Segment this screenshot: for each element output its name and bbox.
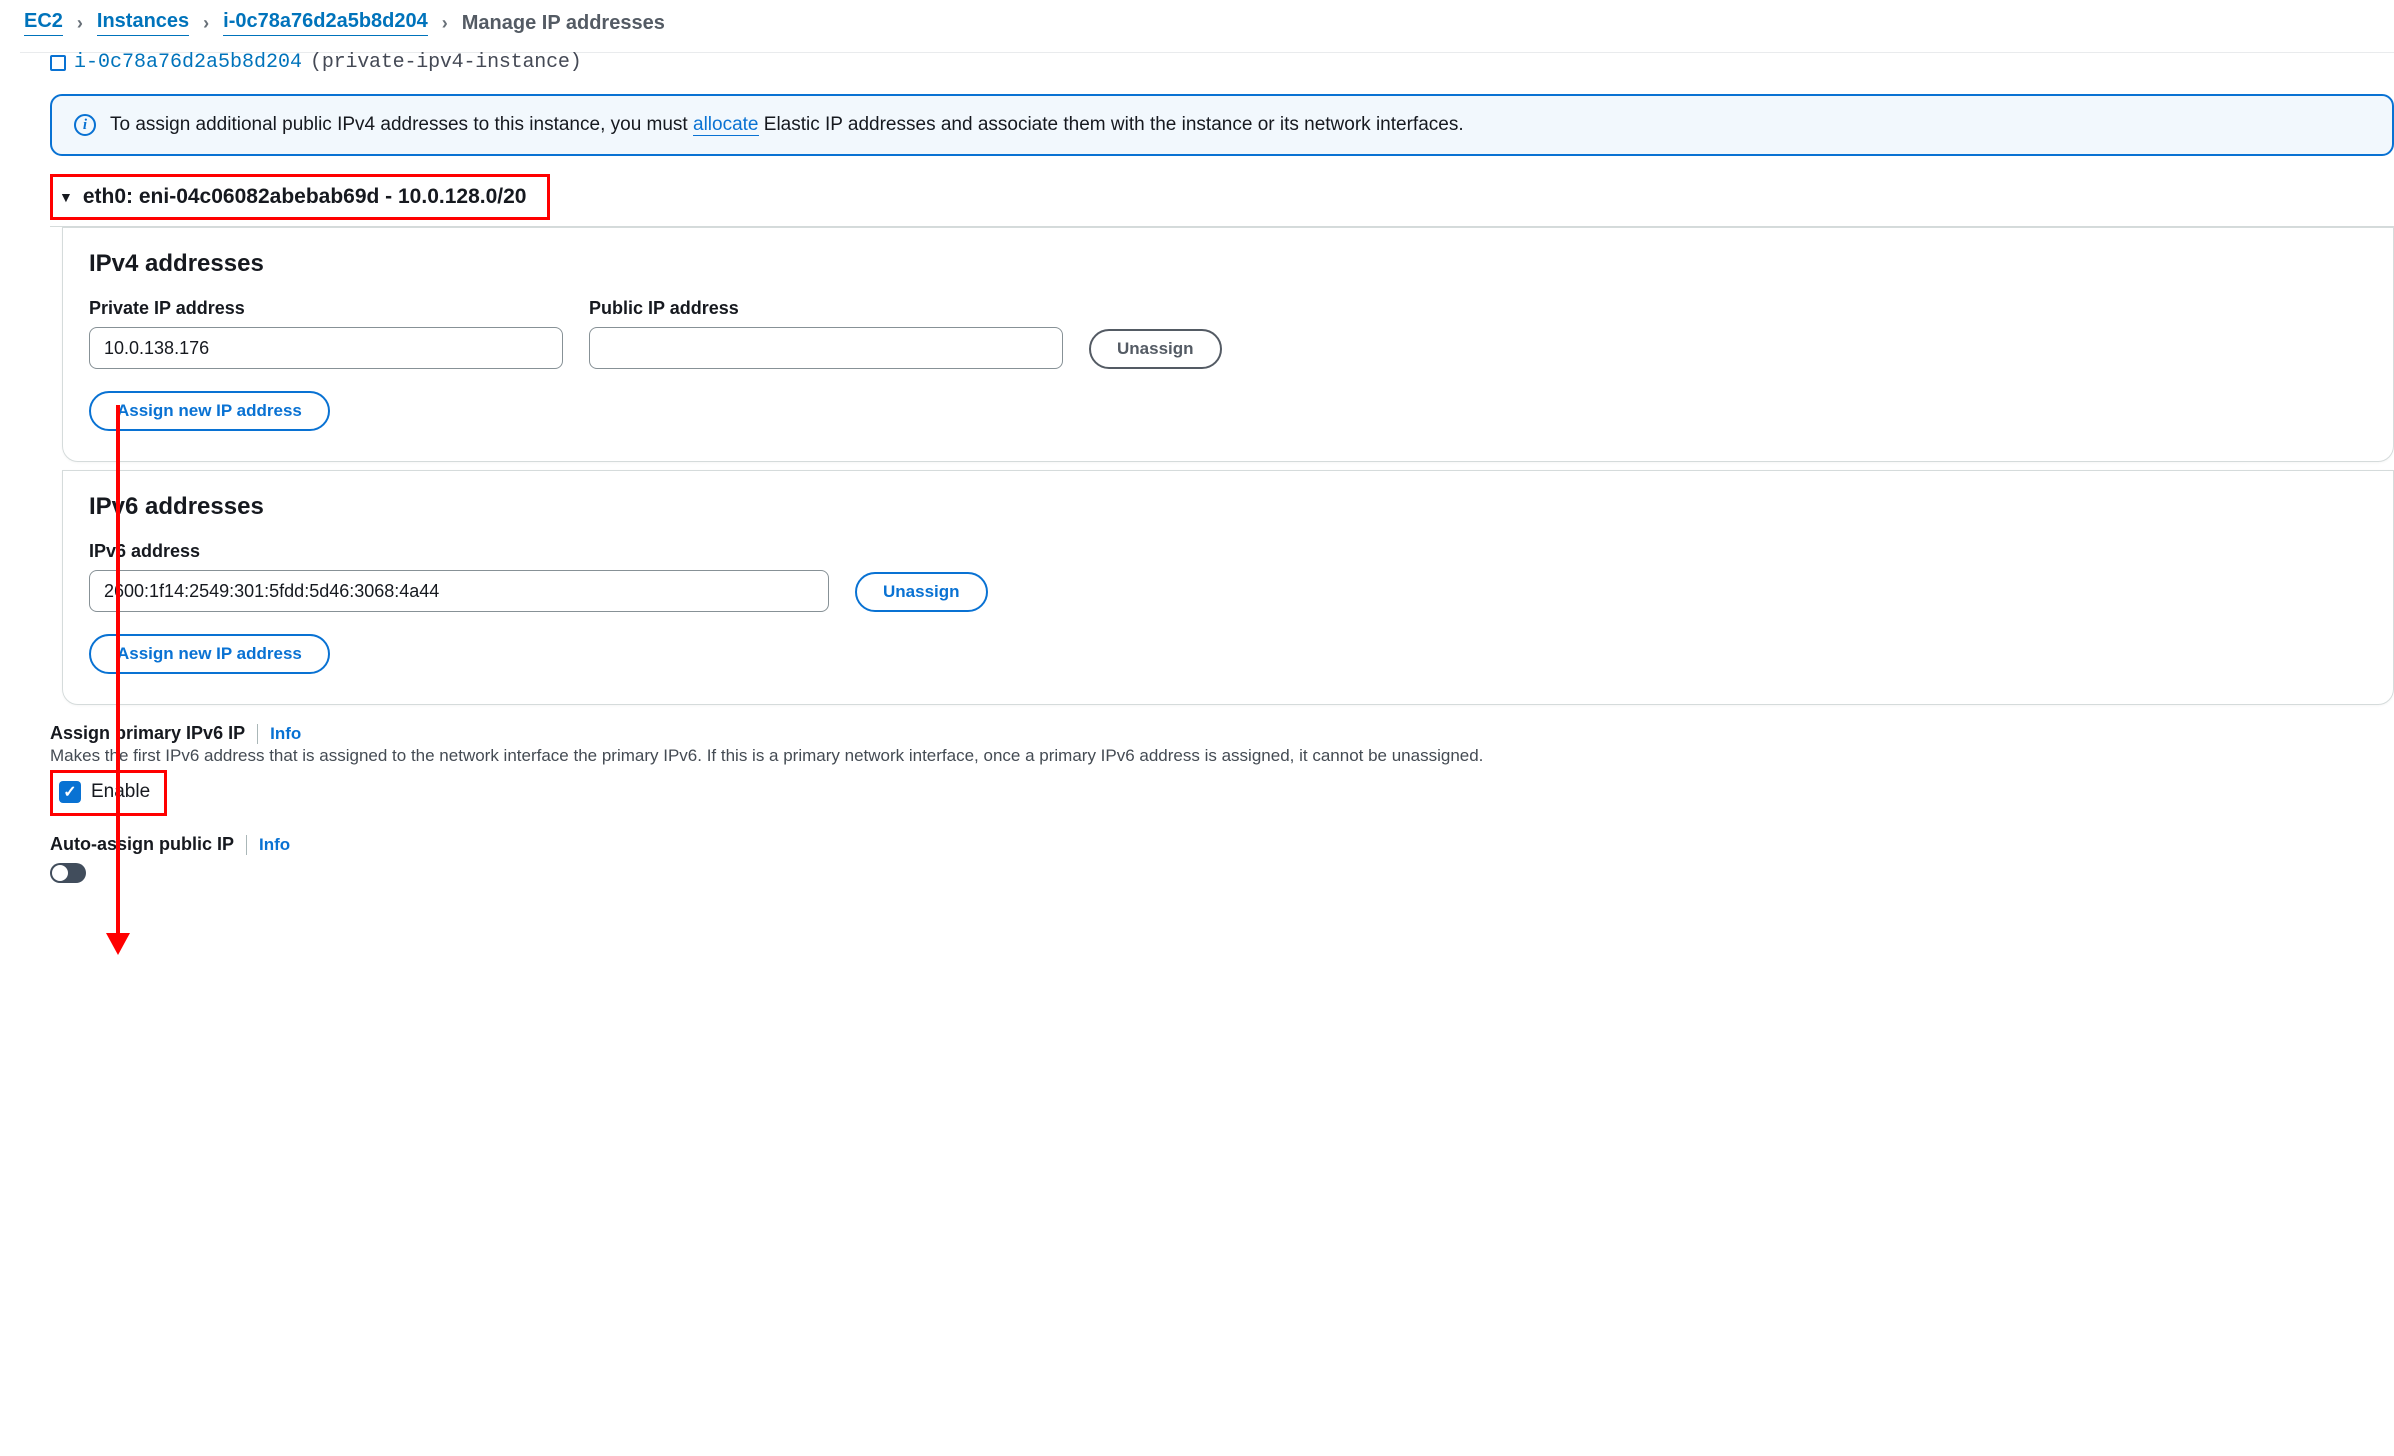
assign-primary-ipv6-title: Assign primary IPv6 IP	[50, 723, 245, 744]
instance-id-link[interactable]: i-0c78a76d2a5b8d204	[74, 51, 302, 74]
checkbox-outline-icon[interactable]	[50, 55, 66, 71]
allocate-link[interactable]: allocate	[693, 114, 759, 136]
public-ip-label: Public IP address	[589, 298, 1063, 319]
annotation-arrow-head	[106, 933, 130, 955]
ipv4-panel: IPv4 addresses Private IP address Public…	[62, 227, 2394, 462]
breadcrumb-current: Manage IP addresses	[462, 12, 665, 35]
banner-prefix: To assign additional public IPv4 address…	[110, 114, 693, 135]
banner-suffix: Elastic IP addresses and associate them …	[759, 114, 1464, 135]
banner-text: To assign additional public IPv4 address…	[110, 114, 1464, 136]
ipv4-assign-new-button[interactable]: Assign new IP address	[89, 391, 330, 431]
auto-assign-title: Auto-assign public IP	[50, 834, 234, 855]
annotation-highlight-enable: ✓ Enable	[50, 770, 167, 816]
breadcrumb: EC2 › Instances › i-0c78a76d2a5b8d204 › …	[0, 0, 2394, 52]
enable-primary-ipv6-checkbox[interactable]: ✓	[59, 781, 81, 803]
annotation-arrow	[116, 405, 120, 935]
assign-primary-ipv6-block: Assign primary IPv6 IP Info Makes the fi…	[50, 723, 2394, 816]
ipv6-address-label: IPv6 address	[89, 541, 829, 562]
vertical-divider	[246, 835, 247, 855]
annotation-highlight-eni: ▼ eth0: eni-04c06082abebab69d - 10.0.128…	[50, 174, 550, 220]
breadcrumb-instance-id[interactable]: i-0c78a76d2a5b8d204	[223, 10, 428, 36]
chevron-right-icon: ›	[77, 13, 83, 34]
allocate-eip-info-banner: i To assign additional public IPv4 addre…	[50, 94, 2394, 156]
info-icon: i	[74, 114, 96, 136]
auto-assign-toggle[interactable]	[50, 863, 86, 883]
chevron-right-icon: ›	[203, 13, 209, 34]
enable-label: Enable	[91, 781, 150, 803]
ipv6-assign-new-button[interactable]: Assign new IP address	[89, 634, 330, 674]
instance-note: (private-ipv4-instance)	[310, 51, 581, 74]
auto-assign-public-ip-block: Auto-assign public IP Info	[50, 834, 2394, 886]
ipv4-title: IPv4 addresses	[89, 250, 2367, 278]
ipv4-unassign-button[interactable]: Unassign	[1089, 329, 1222, 369]
caret-down-icon: ▼	[59, 189, 73, 205]
eni-header-label: eth0: eni-04c06082abebab69d - 10.0.128.0…	[83, 185, 527, 209]
assign-primary-ipv6-description: Makes the first IPv6 address that is ass…	[50, 746, 2394, 766]
eni-expander[interactable]: ▼ eth0: eni-04c06082abebab69d - 10.0.128…	[59, 185, 529, 209]
breadcrumb-instances[interactable]: Instances	[97, 10, 189, 36]
instance-row: i-0c78a76d2a5b8d204 (private-ipv4-instan…	[50, 47, 2394, 88]
ipv6-address-input[interactable]	[89, 570, 829, 612]
public-ip-input[interactable]	[589, 327, 1063, 369]
chevron-right-icon: ›	[442, 13, 448, 34]
private-ip-label: Private IP address	[89, 298, 563, 319]
ipv6-unassign-button[interactable]: Unassign	[855, 572, 988, 612]
auto-assign-info-link[interactable]: Info	[259, 835, 290, 855]
ipv6-panel: IPv6 addresses IPv6 address Unassign Ass…	[62, 470, 2394, 705]
assign-primary-ipv6-info-link[interactable]: Info	[270, 724, 301, 744]
breadcrumb-ec2[interactable]: EC2	[24, 10, 63, 36]
ipv6-title: IPv6 addresses	[89, 493, 2367, 521]
vertical-divider	[257, 724, 258, 744]
private-ip-input[interactable]	[89, 327, 563, 369]
